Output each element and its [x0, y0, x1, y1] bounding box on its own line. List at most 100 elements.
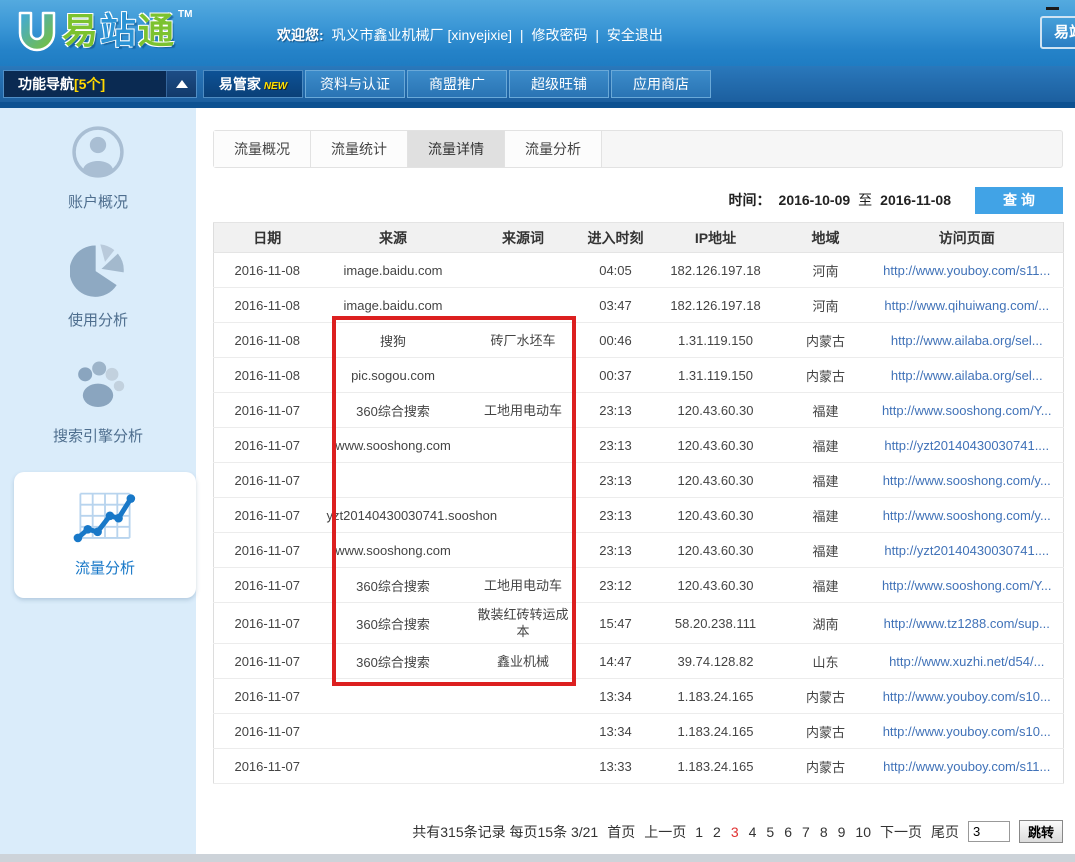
page-number-7[interactable]: 7	[802, 824, 810, 840]
table-cell: 2016-11-07	[214, 679, 321, 714]
page-number-6[interactable]: 6	[784, 824, 792, 840]
visited-page-link[interactable]: http://www.tz1288.com/sup...	[884, 616, 1050, 631]
table-cell: 福建	[781, 463, 871, 498]
page-number-2[interactable]: 2	[713, 824, 721, 840]
visited-page-link[interactable]: http://www.youboy.com/s11...	[883, 263, 1050, 278]
nav-tab-yiguanjia[interactable]: 易管家NEW	[203, 70, 303, 98]
visited-page-link[interactable]: http://www.qihuiwang.com/...	[884, 298, 1049, 313]
sidebar-item-traffic-analysis[interactable]: 流量分析	[14, 472, 196, 598]
nav-tab-shangmeng[interactable]: 商盟推广	[407, 70, 507, 98]
table-cell: http://www.qihuiwang.com/...	[871, 288, 1064, 323]
page-number-9[interactable]: 9	[838, 824, 846, 840]
table-cell: 1.31.119.150	[651, 358, 781, 393]
nav-tab-chaoji[interactable]: 超级旺铺	[509, 70, 609, 98]
sidebar-item-label: 流量分析	[14, 557, 196, 578]
nav-tab-label: 资料与认证	[320, 76, 390, 92]
table-cell: 120.43.60.30	[651, 498, 781, 533]
page-number-4[interactable]: 4	[749, 824, 757, 840]
table-row: 2016-11-08pic.sogou.com00:371.31.119.150…	[214, 358, 1064, 393]
visited-page-link[interactable]: http://www.sooshong.com/Y...	[882, 578, 1052, 593]
prev-page-link[interactable]: 上一页	[644, 822, 686, 842]
table-cell: 23:12	[581, 568, 651, 603]
query-button[interactable]: 查 询	[975, 187, 1063, 214]
visited-page-link[interactable]: http://www.youboy.com/s11...	[883, 759, 1050, 774]
table-cell: 鑫业机械	[466, 644, 581, 679]
table-row: 2016-11-08image.baidu.com04:05182.126.19…	[214, 253, 1064, 288]
table-cell: 2016-11-07	[214, 498, 321, 533]
table-row: 2016-11-0723:13120.43.60.30福建http://www.…	[214, 463, 1064, 498]
nav-tab-yingyong[interactable]: 应用商店	[611, 70, 711, 98]
corner-button[interactable]: 易站	[1040, 16, 1075, 49]
tab-traffic-stats[interactable]: 流量统计	[311, 131, 408, 167]
sidebar-item-usage-analysis[interactable]: 使用分析	[0, 242, 196, 330]
table-cell: 砖厂水坯车	[466, 323, 581, 358]
nav-tab-label: 超级旺铺	[531, 76, 587, 92]
separator: |	[595, 27, 599, 43]
table-cell	[466, 463, 581, 498]
visited-page-link[interactable]: http://www.ailaba.org/sel...	[891, 368, 1043, 383]
visited-page-link[interactable]: http://www.youboy.com/s10...	[883, 689, 1051, 704]
table-row: 2016-11-0713:341.183.24.165内蒙古http://www…	[214, 714, 1064, 749]
function-nav-dropdown[interactable]: 功能导航[5个]	[3, 70, 197, 98]
jump-button[interactable]: 跳转	[1019, 820, 1063, 843]
visited-page-link[interactable]: http://www.sooshong.com/y...	[883, 508, 1051, 523]
page-number-3[interactable]: 3	[731, 824, 739, 840]
table-cell: http://www.youboy.com/s10...	[871, 679, 1064, 714]
table-cell: 2016-11-07	[214, 393, 321, 428]
logo: 易站通 TM	[12, 8, 193, 58]
table-cell: 工地用电动车	[466, 568, 581, 603]
first-page-link[interactable]: 首页	[607, 822, 635, 842]
minimize-dash-icon[interactable]	[1046, 7, 1059, 10]
end-date-field[interactable]: 2016-11-08	[880, 192, 951, 208]
table-cell: pic.sogou.com	[321, 358, 466, 393]
tab-traffic-details[interactable]: 流量详情	[408, 131, 505, 167]
column-header: IP地址	[651, 223, 781, 253]
traffic-tab-bar: 流量概况 流量统计 流量详情 流量分析	[213, 130, 1063, 168]
table-cell: http://www.youboy.com/s10...	[871, 714, 1064, 749]
dropdown-arrow-box[interactable]	[166, 71, 196, 97]
table-row: 2016-11-08搜狗砖厂水坯车00:461.31.119.150内蒙古htt…	[214, 323, 1064, 358]
table-cell: 1.183.24.165	[651, 679, 781, 714]
visited-page-link[interactable]: http://www.ailaba.org/sel...	[891, 333, 1043, 348]
tab-traffic-overview[interactable]: 流量概况	[214, 131, 311, 167]
table-cell: 2016-11-08	[214, 323, 321, 358]
table-cell: 工地用电动车	[466, 393, 581, 428]
visited-page-link[interactable]: http://yzt20140430030741....	[884, 543, 1049, 558]
function-nav-label: 功能导航[5个]	[18, 74, 105, 94]
page-number-10[interactable]: 10	[855, 824, 871, 840]
visited-page-link[interactable]: http://www.youboy.com/s10...	[883, 724, 1051, 739]
logout-link[interactable]: 安全退出	[607, 27, 663, 43]
sidebar-item-account-overview[interactable]: 账户概况	[0, 108, 196, 212]
visited-page-link[interactable]: http://www.sooshong.com/y...	[883, 473, 1051, 488]
table-cell: 360综合搜索	[321, 393, 466, 428]
table-body: 2016-11-08image.baidu.com04:05182.126.19…	[214, 253, 1064, 784]
next-page-link[interactable]: 下一页	[880, 822, 922, 842]
page-number-1[interactable]: 1	[695, 824, 703, 840]
table-cell: http://www.sooshong.com/Y...	[871, 393, 1064, 428]
triangle-up-icon	[176, 80, 188, 88]
filter-row: 时间： 2016-10-09 至 2016-11-08 查 询	[213, 186, 1063, 214]
start-date-field[interactable]: 2016-10-09	[779, 192, 851, 208]
page-number-8[interactable]: 8	[820, 824, 828, 840]
pagination: 共有315条记录 每页15条 3/21 首页 上一页 12345678910 下…	[213, 820, 1063, 843]
table-cell: 120.43.60.30	[651, 428, 781, 463]
last-page-link[interactable]: 尾页	[931, 822, 959, 842]
nav-tab-ziliao[interactable]: 资料与认证	[305, 70, 405, 98]
table-cell	[466, 288, 581, 323]
table-cell: 福建	[781, 568, 871, 603]
page-number-5[interactable]: 5	[766, 824, 774, 840]
traffic-table: 日期来源来源词进入时刻IP地址地域访问页面 2016-11-08image.ba…	[213, 222, 1064, 784]
jump-page-input[interactable]	[968, 821, 1010, 842]
visited-page-link[interactable]: http://yzt20140430030741....	[884, 438, 1049, 453]
table-cell	[321, 749, 466, 784]
visited-page-link[interactable]: http://www.xuzhi.net/d54/...	[889, 654, 1044, 669]
welcome-bar: 欢迎您: 巩义市鑫业机械厂 [xinyejixie] | 修改密码 | 安全退出	[277, 25, 667, 45]
tab-traffic-analysis[interactable]: 流量分析	[505, 131, 602, 167]
change-password-link[interactable]: 修改密码	[531, 27, 587, 43]
table-cell: 2016-11-07	[214, 749, 321, 784]
sidebar-item-search-engine-analysis[interactable]: 搜索引擎分析	[0, 358, 196, 446]
visited-page-link[interactable]: http://www.sooshong.com/Y...	[882, 403, 1052, 418]
separator: |	[520, 27, 524, 43]
table-cell: 23:13	[581, 533, 651, 568]
nav-tab-label: 商盟推广	[429, 76, 485, 92]
